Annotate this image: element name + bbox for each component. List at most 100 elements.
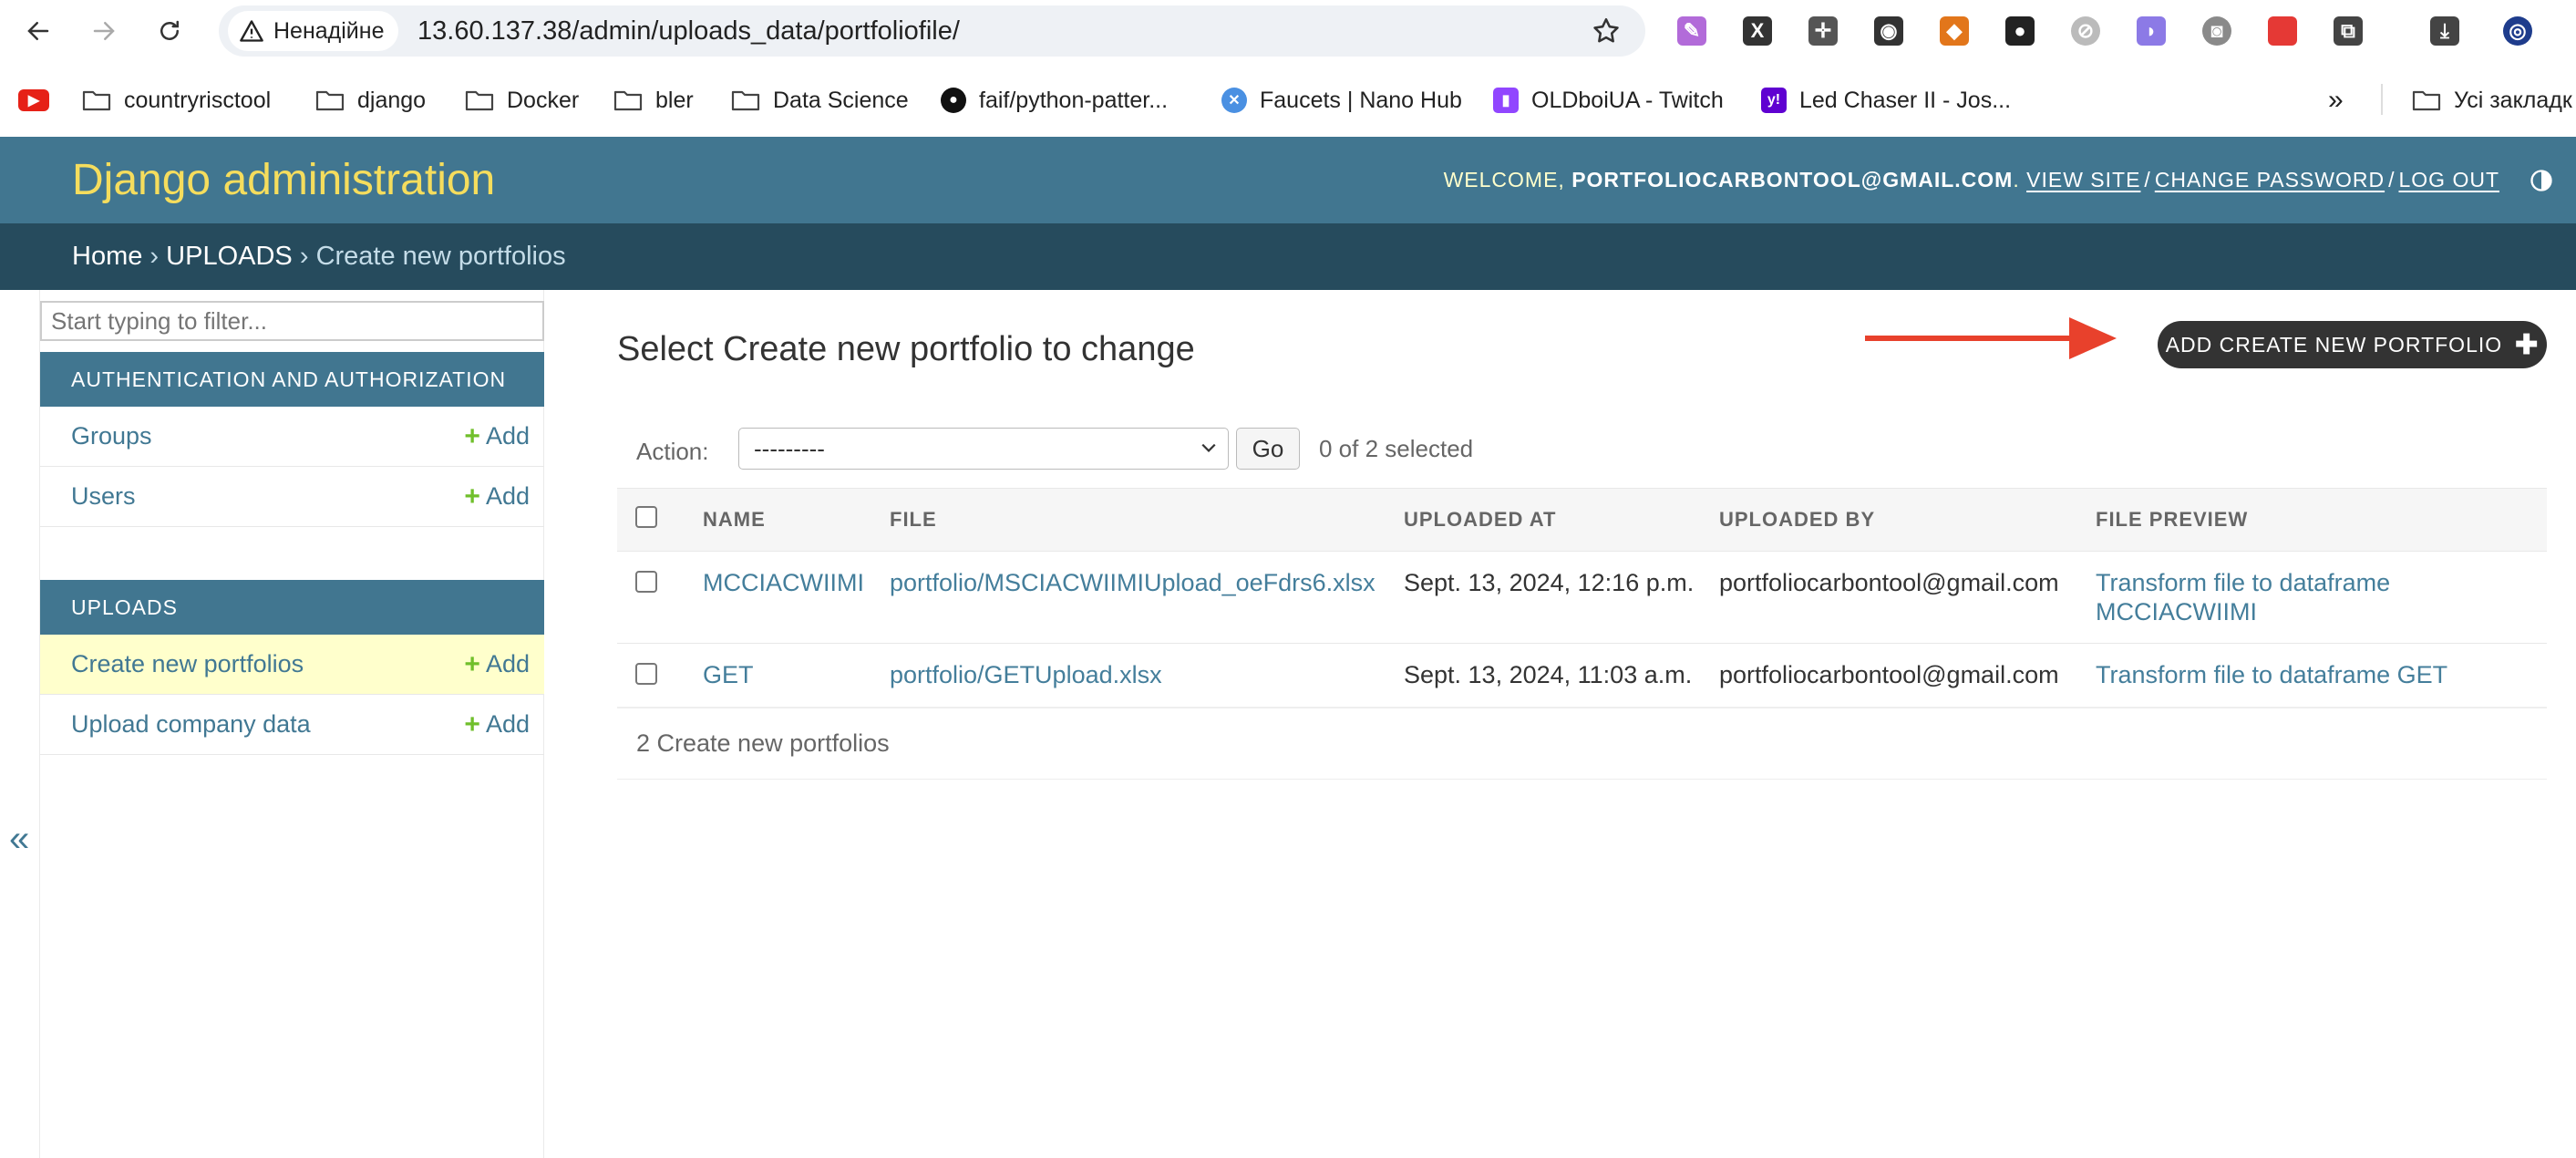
record-name-link[interactable]: MCCIACWIIMI [703, 569, 864, 596]
chevron-down-icon [1201, 443, 1216, 452]
bookmark-github[interactable]: ● faif/python-patter... [941, 82, 1168, 119]
log-out-link[interactable]: Log out [2398, 168, 2499, 191]
youtube-icon: ▶ [18, 89, 49, 111]
column-header-uploaded-at[interactable]: Uploaded at [1395, 488, 1710, 552]
breadcrumb-app[interactable]: UPLOADS [166, 242, 293, 271]
select-all-checkbox[interactable] [635, 506, 657, 528]
plus-icon: + [464, 481, 480, 512]
panda-icon: ● [2005, 16, 2035, 46]
security-chip[interactable]: Ненадійне [228, 11, 399, 51]
column-header-name[interactable]: Name [694, 488, 881, 552]
bookmark-label: Docker [507, 87, 580, 113]
file-link[interactable]: portfolio/GETUpload.xlsx [890, 661, 1162, 688]
row-checkbox[interactable] [635, 663, 657, 685]
action-label: Action: [636, 438, 709, 465]
users-link[interactable]: Users [71, 482, 136, 511]
record-name-link[interactable]: GET [703, 661, 754, 688]
module-caption-uploads[interactable]: Uploads [40, 580, 544, 635]
paginator: 2 Create new portfolios [617, 707, 2547, 780]
download-button[interactable]: ⤓ [2427, 13, 2463, 49]
bookmark-folder[interactable]: countryrisctool [82, 82, 271, 119]
row-checkbox[interactable] [635, 571, 657, 593]
site-branding[interactable]: Django administration [72, 137, 495, 223]
reload-button[interactable] [149, 11, 190, 51]
page-title: Select Create new portfolio to change [617, 330, 1195, 368]
add-company-data-button[interactable]: + Add [464, 709, 530, 740]
add-portfolio-button[interactable]: Add Create new portfolio ✚ [2158, 321, 2547, 368]
folder-icon [465, 90, 494, 111]
profile-globe-button[interactable]: ◎ [2499, 13, 2536, 49]
bookmark-folder[interactable]: Data Science [731, 82, 909, 119]
fox-wallet-icon: ◆ [1940, 16, 1969, 46]
file-cell: portfolio/MSCIACWIIMIUpload_oeFdrs6.xlsx [881, 551, 1395, 644]
fox-wallet-button[interactable]: ◆ [1936, 13, 1973, 49]
nav-filter-input[interactable] [40, 301, 544, 341]
feather-icon: ✎ [1677, 16, 1706, 46]
groups-link[interactable]: Groups [71, 422, 152, 450]
puzzle-extensions-icon: ⧉ [2334, 16, 2363, 46]
sidebar-item-groups: Groups + Add [40, 407, 544, 467]
sidebar-item-users: Users + Add [40, 467, 544, 527]
row-select-cell [617, 643, 694, 708]
bookmark-folder[interactable]: bler [613, 82, 694, 119]
forward-button[interactable] [84, 11, 124, 51]
camera-icon: ◙ [2202, 16, 2231, 46]
view-site-link[interactable]: View site [2026, 168, 2140, 191]
feather-button[interactable]: ✎ [1674, 13, 1710, 49]
go-button[interactable]: Go [1236, 428, 1300, 470]
upload-company-data-link[interactable]: Upload company data [71, 710, 311, 739]
file-cell: portfolio/GETUpload.xlsx [881, 643, 1395, 708]
x-square-icon: X [1743, 16, 1772, 46]
address-bar[interactable]: Ненадійне 13.60.137.38/admin/uploads_dat… [219, 5, 1645, 57]
action-select[interactable]: --------- [738, 428, 1229, 470]
plus-icon: ✚ [2515, 329, 2540, 360]
transform-file-link[interactable]: Transform file to dataframe GET [2096, 661, 2447, 688]
ghost-button[interactable]: ◗ [2133, 13, 2169, 49]
compass-button[interactable]: ⊘ [2067, 13, 2104, 49]
column-header-uploaded-by[interactable]: Uploaded by [1710, 488, 2087, 552]
bookmark-youtube[interactable]: ▶ [18, 82, 49, 119]
theme-toggle-icon[interactable] [2529, 168, 2554, 193]
sidebar-collapse-button[interactable]: « [0, 290, 40, 1158]
name-cell: MCCIACWIIMI [694, 551, 881, 644]
github-icon: ● [941, 88, 966, 113]
url-text[interactable]: 13.60.137.38/admin/uploads_data/portfoli… [417, 5, 960, 57]
bookmark-folder[interactable]: Docker [465, 82, 579, 119]
add-group-button[interactable]: + Add [464, 421, 530, 452]
create-new-portfolios-link[interactable]: Create new portfolios [71, 650, 304, 678]
transform-file-link[interactable]: Transform file to dataframe MCCIACWIIMI [2096, 569, 2390, 626]
bookmark-yahoo[interactable]: y! Led Chaser II - Jos... [1761, 82, 2011, 119]
uploaded-at-cell: Sept. 13, 2024, 11:03 a.m. [1395, 643, 1710, 708]
puzzle-extensions-button[interactable]: ⧉ [2330, 13, 2366, 49]
warning-triangle-icon [240, 20, 263, 42]
red-square-button[interactable] [2264, 13, 2301, 49]
bookmark-label: Data Science [773, 87, 909, 113]
panda-button[interactable]: ● [2002, 13, 2038, 49]
column-header-file-preview[interactable]: File preview [2087, 488, 2547, 552]
module-caption-auth[interactable]: Authentication and Authorization [40, 352, 544, 407]
arrow-left-icon [27, 22, 49, 40]
add-portfolio-sidebar-button[interactable]: + Add [464, 649, 530, 680]
bookmark-label: Усі закладк [2454, 87, 2572, 113]
action-selected-option: --------- [754, 435, 825, 462]
x-square-button[interactable]: X [1739, 13, 1776, 49]
incognito-mask-button[interactable]: ◉ [1870, 13, 1907, 49]
change-password-link[interactable]: Change password [2155, 168, 2385, 191]
move-cross-button[interactable]: ✛ [1805, 13, 1841, 49]
twitch-icon: ▮ [1493, 88, 1519, 113]
camera-button[interactable]: ◙ [2199, 13, 2235, 49]
security-label: Ненадійне [273, 17, 385, 44]
plus-icon: + [464, 420, 480, 451]
all-bookmarks-folder[interactable]: Усі закладк [2412, 82, 2572, 119]
file-preview-cell: Transform file to dataframe GET [2087, 643, 2547, 708]
file-link[interactable]: portfolio/MSCIACWIIMIUpload_oeFdrs6.xlsx [890, 569, 1376, 596]
bookmark-folder[interactable]: django [315, 82, 426, 119]
bookmark-twitch[interactable]: ▮ OLDboiUA - Twitch [1493, 82, 1724, 119]
bookmarks-overflow-button[interactable]: » [2328, 82, 2344, 119]
add-user-button[interactable]: + Add [464, 481, 530, 512]
back-button[interactable] [18, 11, 58, 51]
bookmark-star-icon[interactable] [1591, 16, 1622, 47]
bookmark-nano[interactable]: ✕ Faucets | Nano Hub [1221, 82, 1462, 119]
column-header-file[interactable]: File [881, 488, 1395, 552]
breadcrumb-home[interactable]: Home [72, 242, 142, 271]
